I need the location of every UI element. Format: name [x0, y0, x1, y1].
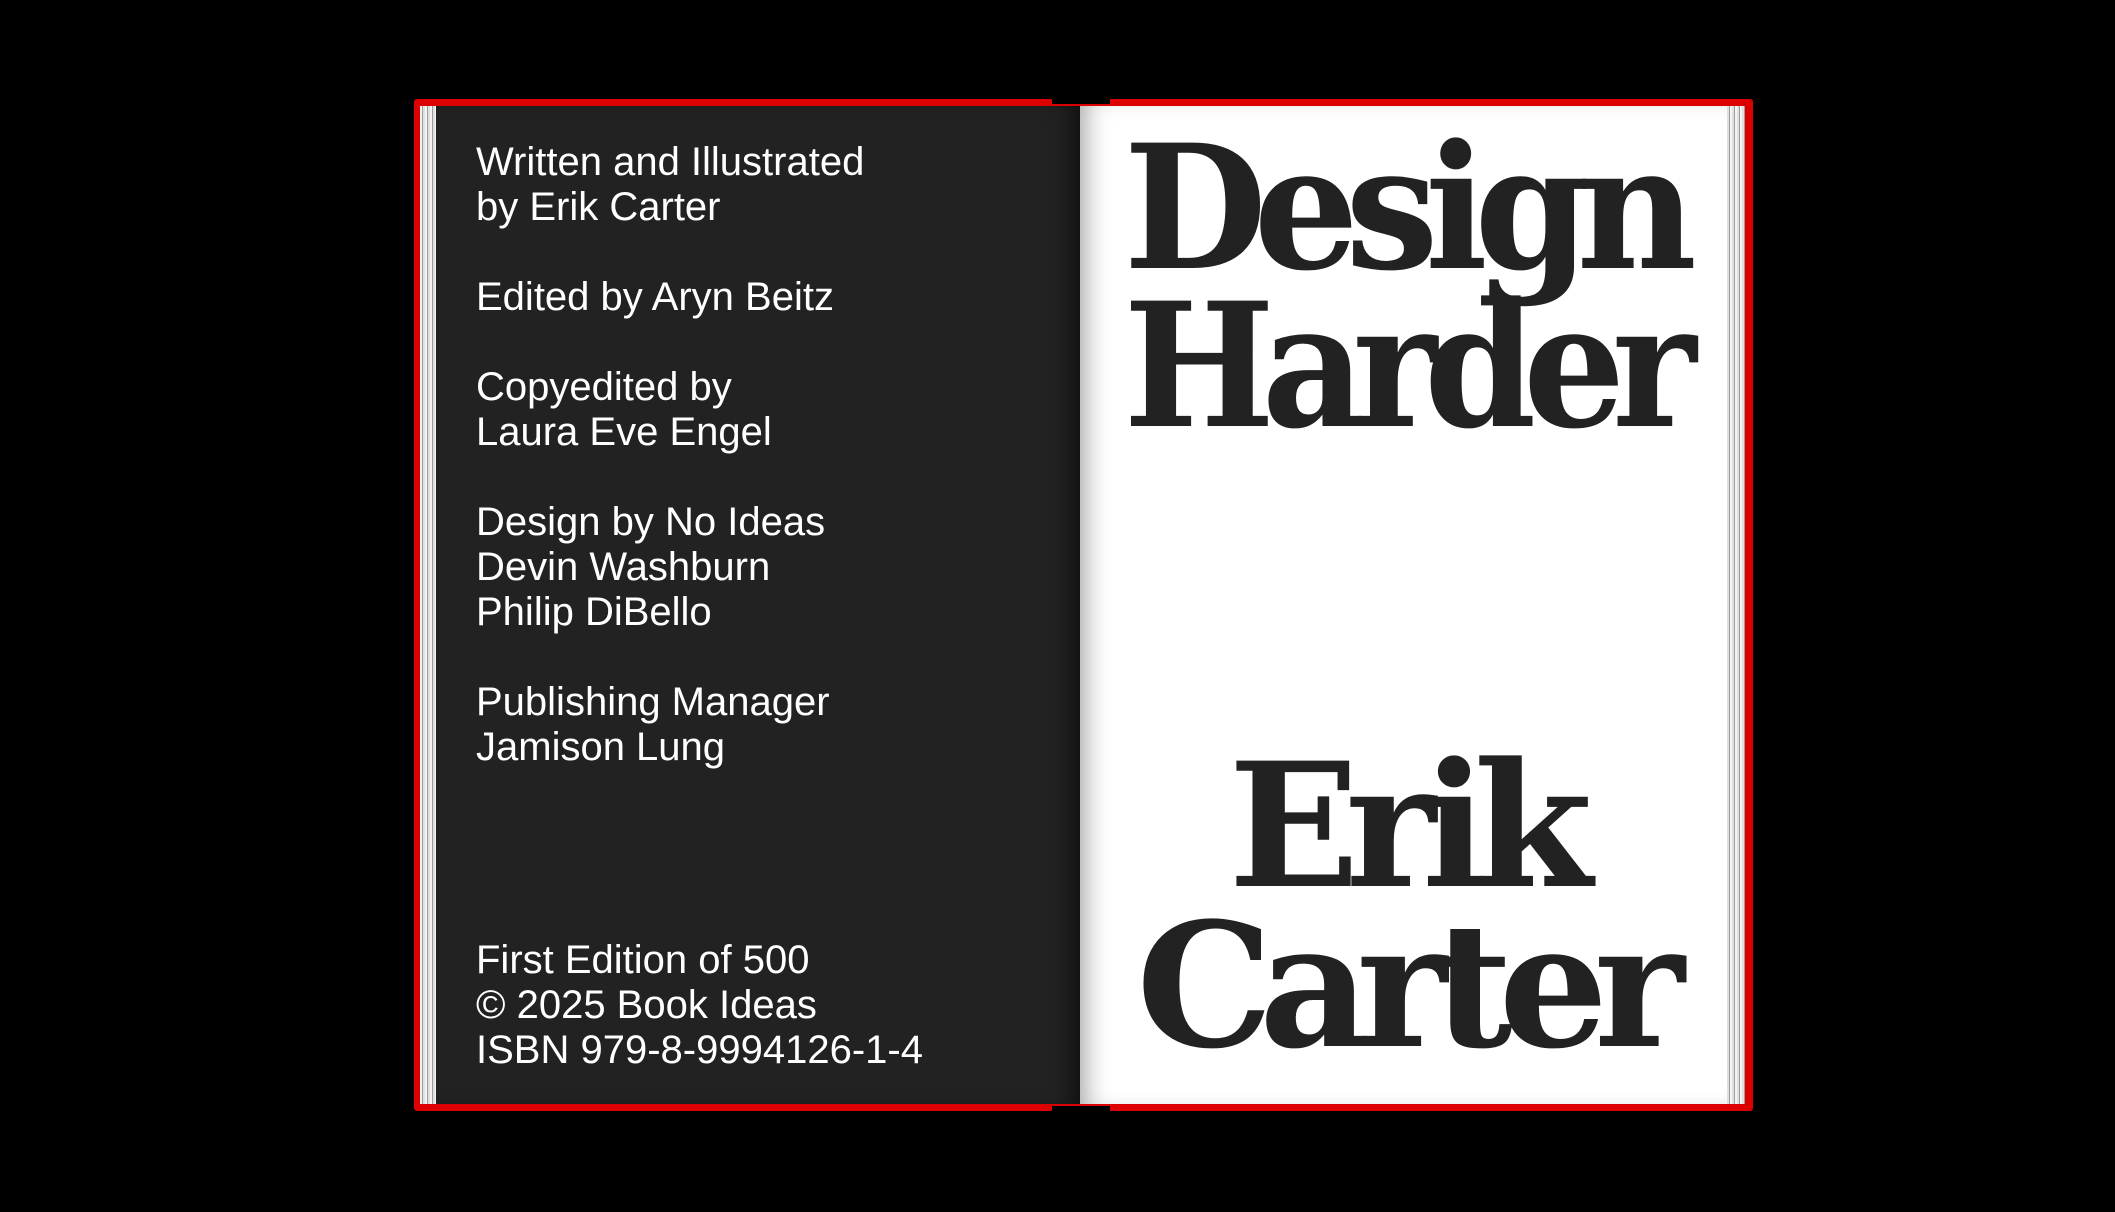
author-first-name: Erik [1228, 724, 1592, 927]
credit-design-by: Design by No Ideas Devin Washburn Philip… [476, 500, 826, 634]
credit-written-by: Written and Illustrated by Erik Carter [476, 140, 865, 229]
credits-list: Written and Illustrated by Erik Carter E… [476, 140, 1056, 815]
colophon-page: Written and Illustrated by Erik Carter E… [436, 106, 1080, 1104]
spine-notch-top [1052, 99, 1110, 104]
page-edges-right [1727, 106, 1745, 1104]
author-last-name: Carter [1136, 884, 1684, 1087]
credit-copyedited-by: Copyedited by Laura Eve Engel [476, 365, 772, 454]
spine-notch-bottom [1052, 1106, 1110, 1111]
edition-info: First Edition of 500 © 2025 Book Ideas I… [476, 938, 923, 1072]
credit-edited-by: Edited by Aryn Beitz [476, 275, 834, 319]
title-line-harder: Harder [1123, 264, 1696, 467]
title-page: Design Harder Erik Carter [1080, 106, 1727, 1104]
credit-publishing-manager: Publishing Manager Jamison Lung [476, 680, 830, 769]
